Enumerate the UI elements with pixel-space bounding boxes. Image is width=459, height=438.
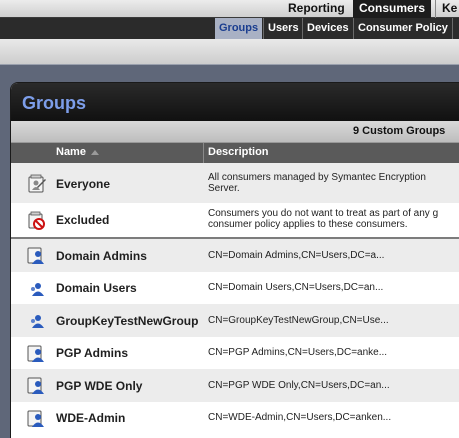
subtab-users[interactable]: Users [263,18,303,39]
group-name[interactable]: Everyone [56,177,110,191]
table-row[interactable]: Domain Users CN=Domain Users,CN=Users,DC… [11,272,459,304]
group-description: CN=PGP Admins,CN=Users,DC=anke... [208,347,388,358]
sort-ascending-icon [91,150,99,155]
panel-header: Groups [11,83,459,121]
tab-keys[interactable]: Ke [435,0,459,18]
subtab-consumer-policy[interactable]: Consumer Policy [353,18,452,39]
group-description: All consumers managed by Symantec Encryp… [208,172,426,194]
group-count: 9 Custom Groups [353,125,446,137]
ldap-group-icon [27,345,44,362]
tab-reporting[interactable]: Reporting [282,0,351,18]
group-description: CN=Domain Admins,CN=Users,DC=a... [208,250,385,261]
table-row[interactable]: GroupKeyTestNewGroup CN=GroupKeyTestNewG… [11,304,459,337]
ldap-group-icon [31,283,44,296]
column-description-header[interactable]: Description [208,146,269,158]
group-description: Consumers you do not want to treat as pa… [208,208,439,230]
ldap-group-icon [27,247,44,264]
table-row[interactable]: PGP Admins CN=PGP Admins,CN=Users,DC=ank… [11,337,459,369]
toolbar-strip [0,39,459,65]
group-name[interactable]: PGP WDE Only [56,379,142,393]
ldap-group-icon [27,410,44,427]
group-description: CN=Domain Users,CN=Users,DC=an... [208,282,384,293]
group-description: CN=GroupKeyTestNewGroup,CN=Use... [208,315,389,326]
subtab-overflow[interactable] [452,18,459,39]
table-row[interactable]: Excluded Consumers you do not want to tr… [11,203,459,237]
subtab-devices[interactable]: Devices [302,18,353,39]
column-name-header[interactable]: Name [56,146,86,158]
group-name[interactable]: Excluded [56,213,109,227]
ldap-group-icon [31,315,44,328]
page-title: Groups [22,93,87,113]
table-row[interactable]: PGP WDE Only CN=PGP WDE Only,CN=Users,DC… [11,369,459,402]
table-row[interactable]: Domain Admins CN=Domain Admins,CN=Users,… [11,239,459,272]
group-name[interactable]: GroupKeyTestNewGroup [56,314,198,328]
group-description: CN=PGP WDE Only,CN=Users,DC=an... [208,380,390,391]
groups-panel: Groups 9 Custom Groups Name Description … [10,82,459,438]
tab-consumers[interactable]: Consumers [353,0,432,18]
default-group-icon [28,174,46,193]
group-name[interactable]: Domain Admins [56,249,147,263]
excluded-group-icon [28,211,45,230]
group-name[interactable]: Domain Users [56,281,137,295]
table-row[interactable]: WDE-Admin CN=WDE-Admin,CN=Users,DC=anken… [11,402,459,434]
table-row[interactable]: Everyone All consumers managed by Symant… [11,163,459,203]
subtab-groups[interactable]: Groups [215,18,263,39]
column-divider [203,143,204,163]
top-tab-bar: Reporting Consumers Ke [0,0,459,18]
ldap-group-icon [27,377,44,394]
sub-tab-bar: Groups Users Devices Consumer Policy [0,18,459,39]
group-name[interactable]: WDE-Admin [56,411,125,425]
group-description: CN=WDE-Admin,CN=Users,DC=anken... [208,412,392,423]
table-header: Name Description [11,143,459,163]
group-name[interactable]: PGP Admins [56,346,128,360]
count-bar: 9 Custom Groups [11,121,459,143]
